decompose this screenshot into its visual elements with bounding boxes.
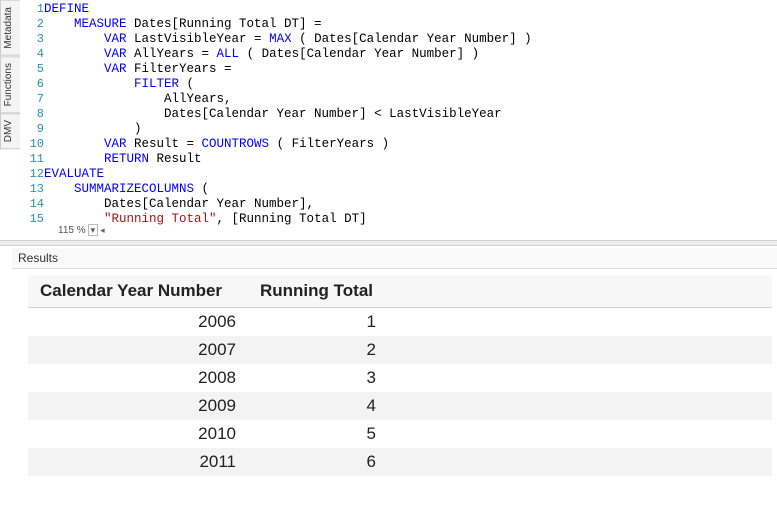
code-text: Dates[Calendar Year Number] < LastVisibl…	[164, 107, 502, 121]
code-text: Dates[Running Total DT] =	[127, 17, 322, 31]
cell-year: 2009	[28, 392, 248, 420]
line-number: 6	[22, 77, 44, 92]
kw-var: VAR	[104, 32, 127, 46]
cell-rt: 6	[248, 448, 388, 476]
col-header-year[interactable]: Calendar Year Number	[28, 275, 248, 308]
line-number: 1	[22, 2, 44, 17]
fn-all: ALL	[217, 47, 240, 61]
cell-rt: 2	[248, 336, 388, 364]
cell-year: 2010	[28, 420, 248, 448]
line-number: 11	[22, 152, 44, 167]
fn-max: MAX	[269, 32, 292, 46]
results-panel: Results Calendar Year Number Running Tot…	[12, 248, 777, 514]
cell-rt: 4	[248, 392, 388, 420]
kw-var: VAR	[104, 137, 127, 151]
tab-functions[interactable]: Functions	[0, 56, 20, 113]
table-row[interactable]: 20116	[28, 448, 772, 476]
tab-metadata[interactable]: Metadata	[0, 0, 20, 56]
code-text: ( Dates[Calendar Year Number] )	[239, 47, 479, 61]
tab-dmv[interactable]: DMV	[0, 113, 20, 149]
cell-rt: 3	[248, 364, 388, 392]
cell-year: 2011	[28, 448, 248, 476]
line-number: 8	[22, 107, 44, 122]
code-text: AllYears =	[127, 47, 217, 61]
kw-var: VAR	[104, 62, 127, 76]
zoom-dropdown[interactable]: ▾	[88, 224, 99, 236]
cell-year: 2007	[28, 336, 248, 364]
code-text: )	[134, 122, 142, 136]
table-row[interactable]: 20105	[28, 420, 772, 448]
line-number: 2	[22, 17, 44, 32]
line-number: 4	[22, 47, 44, 62]
table-row[interactable]: 20083	[28, 364, 772, 392]
col-header-empty	[388, 275, 772, 308]
code-text: Result =	[127, 137, 202, 151]
fn-countrows: COUNTROWS	[202, 137, 270, 151]
line-number: 3	[22, 32, 44, 47]
line-number: 12	[22, 167, 44, 182]
table-row[interactable]: 20061	[28, 308, 772, 337]
code-text: Result	[149, 152, 202, 166]
table-row[interactable]: 20072	[28, 336, 772, 364]
string-literal: "Running Total"	[104, 212, 217, 226]
kw-measure: MEASURE	[74, 17, 127, 31]
table-row[interactable]: 20094	[28, 392, 772, 420]
code-text: (	[194, 182, 209, 196]
kw-var: VAR	[104, 47, 127, 61]
zoom-control: 115 % ▾ ◂	[58, 224, 105, 236]
code-text: ( Dates[Calendar Year Number] )	[292, 32, 532, 46]
fn-summarizecolumns: SUMMARIZECOLUMNS	[74, 182, 194, 196]
cell-rt: 5	[248, 420, 388, 448]
col-header-running-total[interactable]: Running Total	[248, 275, 388, 308]
cell-rt: 1	[248, 308, 388, 337]
code-text: , [Running Total DT]	[217, 212, 367, 226]
results-title: Results	[12, 248, 777, 269]
code-text: AllYears,	[164, 92, 232, 106]
cell-year: 2008	[28, 364, 248, 392]
pane-splitter[interactable]	[0, 240, 777, 246]
kw-evaluate: EVALUATE	[44, 167, 104, 181]
line-number: 5	[22, 62, 44, 77]
fn-filter: FILTER	[134, 77, 179, 91]
line-number: 7	[22, 92, 44, 107]
code-editor[interactable]: 1 DEFINE 2 MEASURE Dates[Running Total D…	[22, 2, 775, 237]
code-lines: 1 DEFINE 2 MEASURE Dates[Running Total D…	[22, 2, 532, 227]
code-text: (	[179, 77, 194, 91]
results-grid[interactable]: Calendar Year Number Running Total 20061…	[28, 275, 772, 476]
cell-year: 2006	[28, 308, 248, 337]
zoom-nav-icon[interactable]: ◂	[100, 225, 105, 236]
zoom-level: 115 %	[58, 225, 86, 236]
code-text: ( FilterYears )	[269, 137, 389, 151]
line-number: 14	[22, 197, 44, 212]
line-number: 10	[22, 137, 44, 152]
line-number: 15	[22, 212, 44, 227]
code-text: Dates[Calendar Year Number],	[104, 197, 314, 211]
kw-return: RETURN	[104, 152, 149, 166]
side-tab-strip: Metadata Functions DMV	[0, 0, 20, 245]
kw-define: DEFINE	[44, 2, 89, 16]
line-number: 13	[22, 182, 44, 197]
line-number: 9	[22, 122, 44, 137]
code-text: LastVisibleYear =	[127, 32, 270, 46]
code-text: FilterYears =	[127, 62, 232, 76]
